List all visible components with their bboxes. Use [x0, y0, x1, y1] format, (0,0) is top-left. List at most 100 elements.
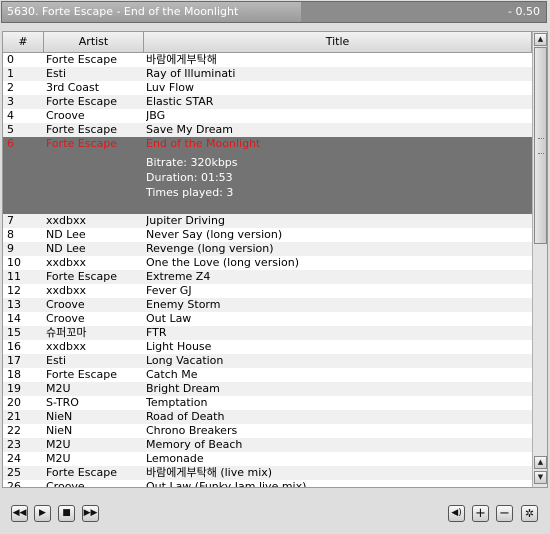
table-row[interactable]: 7 xxdbxx Jupiter Driving — [3, 214, 532, 228]
table-row[interactable]: 14 Croove Out Law — [3, 312, 532, 326]
stop-button[interactable]: ■ — [58, 505, 75, 522]
track-number: 20 — [7, 396, 21, 409]
table-row[interactable]: 23 M2U Memory of Beach — [3, 438, 532, 452]
track-number: 2 — [7, 81, 14, 94]
track-title: Catch Me — [146, 368, 198, 381]
track-artist: 슈퍼꼬마 — [46, 326, 87, 339]
plus-icon: + — [475, 506, 486, 521]
track-number: 14 — [7, 312, 21, 325]
track-number: 22 — [7, 424, 21, 437]
track-title: Extreme Z4 — [146, 270, 211, 283]
table-row[interactable]: 0 Forte Escape 바람에게부탁해 — [3, 53, 532, 67]
track-number: 10 — [7, 256, 21, 269]
scroll-thumb[interactable] — [534, 47, 547, 244]
track-number: 3 — [7, 95, 14, 108]
track-number: 18 — [7, 368, 21, 381]
column-header-number[interactable]: # — [3, 32, 44, 52]
track-artist: Esti — [46, 354, 67, 367]
track-title: Fever GJ — [146, 284, 192, 297]
track-number: 9 — [7, 242, 14, 255]
table-row[interactable]: 5 Forte Escape Save My Dream — [3, 123, 532, 137]
track-number: 26 — [7, 480, 21, 488]
current-track-row[interactable]: 6 Forte Escape End of the Moonlight — [3, 137, 532, 151]
table-row[interactable]: 13 Croove Enemy Storm — [3, 298, 532, 312]
track-number: 17 — [7, 354, 21, 367]
table-row[interactable]: 12 xxdbxx Fever GJ — [3, 284, 532, 298]
mute-button[interactable]: ◀) — [448, 505, 465, 522]
bitrate-label: Bitrate: 320kbps — [146, 156, 238, 169]
track-number: 13 — [7, 298, 21, 311]
track-artist: NieN — [46, 410, 73, 423]
track-artist: ND Lee — [46, 228, 86, 241]
scroll-up-button[interactable]: ▲ — [534, 33, 547, 46]
column-header-artist[interactable]: Artist — [44, 32, 144, 52]
track-artist: M2U — [46, 438, 71, 451]
track-artist: Croove — [46, 298, 85, 311]
table-row[interactable]: 3 Forte Escape Elastic STAR — [3, 95, 532, 109]
table-row[interactable]: 22 NieN Chrono Breakers — [3, 424, 532, 438]
table-row[interactable]: 1 Esti Ray of Illuminati — [3, 67, 532, 81]
track-number: 7 — [7, 214, 14, 227]
playlist-table: # Artist Title 0 Forte Escape 바람에게부탁해 1 Esti… — [2, 31, 548, 488]
table-row[interactable]: 17 Esti Long Vacation — [3, 354, 532, 368]
table-row[interactable]: 2 3rd Coast Luv Flow — [3, 81, 532, 95]
track-artist: M2U — [46, 452, 71, 465]
table-row[interactable]: 16 xxdbxx Light House — [3, 340, 532, 354]
track-number: 1 — [7, 67, 14, 80]
track-title: Bright Dream — [146, 382, 220, 395]
next-icon: ▶▶ — [83, 508, 98, 518]
track-number: 19 — [7, 382, 21, 395]
track-title: Save My Dream — [146, 123, 233, 136]
times-played-label: Times played: 3 — [146, 186, 234, 199]
track-artist: xxdbxx — [46, 284, 87, 297]
track-number: 6 — [7, 137, 14, 150]
now-playing-bar[interactable]: 5630. Forte Escape - End of the Moonligh… — [1, 1, 547, 23]
play-button[interactable]: ▶ — [34, 505, 51, 522]
track-artist: Croove — [46, 312, 85, 325]
track-title: 바람에게부탁해 — [146, 53, 217, 66]
track-title: Elastic STAR — [146, 95, 214, 108]
track-title: Out Law — [146, 312, 192, 325]
add-button[interactable]: + — [472, 505, 489, 522]
table-row[interactable]: 18 Forte Escape Catch Me — [3, 368, 532, 382]
minus-icon: − — [499, 506, 510, 521]
scroll-up-button-lower[interactable]: ▲ — [534, 456, 547, 469]
table-row[interactable]: 9 ND Lee Revenge (long version) — [3, 242, 532, 256]
track-artist: xxdbxx — [46, 256, 87, 269]
track-artist: Forte Escape — [46, 53, 117, 66]
settings-button[interactable]: ✲ — [521, 505, 538, 522]
play-icon: ▶ — [39, 508, 46, 518]
previous-button[interactable]: ◀◀ — [11, 505, 28, 522]
table-row[interactable]: 20 S-TRO Temptation — [3, 396, 532, 410]
track-artist: Forte Escape — [46, 95, 117, 108]
table-row[interactable]: 19 M2U Bright Dream — [3, 382, 532, 396]
track-list: 0 Forte Escape 바람에게부탁해 1 Esti Ray of Illumina… — [3, 53, 532, 488]
now-playing-title: 5630. Forte Escape - End of the Moonligh… — [7, 5, 239, 18]
table-row[interactable]: 15 슈퍼꼬마 FTR — [3, 326, 532, 340]
track-artist: NieN — [46, 424, 73, 437]
track-number: 0 — [7, 53, 14, 66]
next-button[interactable]: ▶▶ — [82, 505, 99, 522]
track-title: FTR — [146, 326, 167, 339]
track-artist: Forte Escape — [46, 368, 117, 381]
track-number: 4 — [7, 109, 14, 122]
table-row[interactable]: 4 Croove JBG — [3, 109, 532, 123]
remove-button[interactable]: − — [496, 505, 513, 522]
track-artist: M2U — [46, 382, 71, 395]
table-header: # Artist Title — [3, 32, 532, 53]
track-number: 5 — [7, 123, 14, 136]
table-row[interactable]: 26 Croove Out Law (Funky Jam live mix) — [3, 480, 532, 488]
table-row[interactable]: 21 NieN Road of Death — [3, 410, 532, 424]
scroll-down-button[interactable]: ▼ — [534, 471, 547, 484]
track-artist: 3rd Coast — [46, 81, 100, 94]
track-title: Long Vacation — [146, 354, 224, 367]
table-row[interactable]: 24 M2U Lemonade — [3, 452, 532, 466]
table-row[interactable]: 25 Forte Escape 바람에게부탁해 (live mix) — [3, 466, 532, 480]
table-row[interactable]: 8 ND Lee Never Say (long version) — [3, 228, 532, 242]
track-title: Temptation — [146, 396, 208, 409]
duration-label: Duration: 01:53 — [146, 171, 233, 184]
column-header-title[interactable]: Title — [144, 32, 532, 52]
vertical-scrollbar[interactable]: ▲ ▲ ▼ — [532, 32, 547, 487]
table-row[interactable]: 11 Forte Escape Extreme Z4 — [3, 270, 532, 284]
table-row[interactable]: 10 xxdbxx One the Love (long version) — [3, 256, 532, 270]
